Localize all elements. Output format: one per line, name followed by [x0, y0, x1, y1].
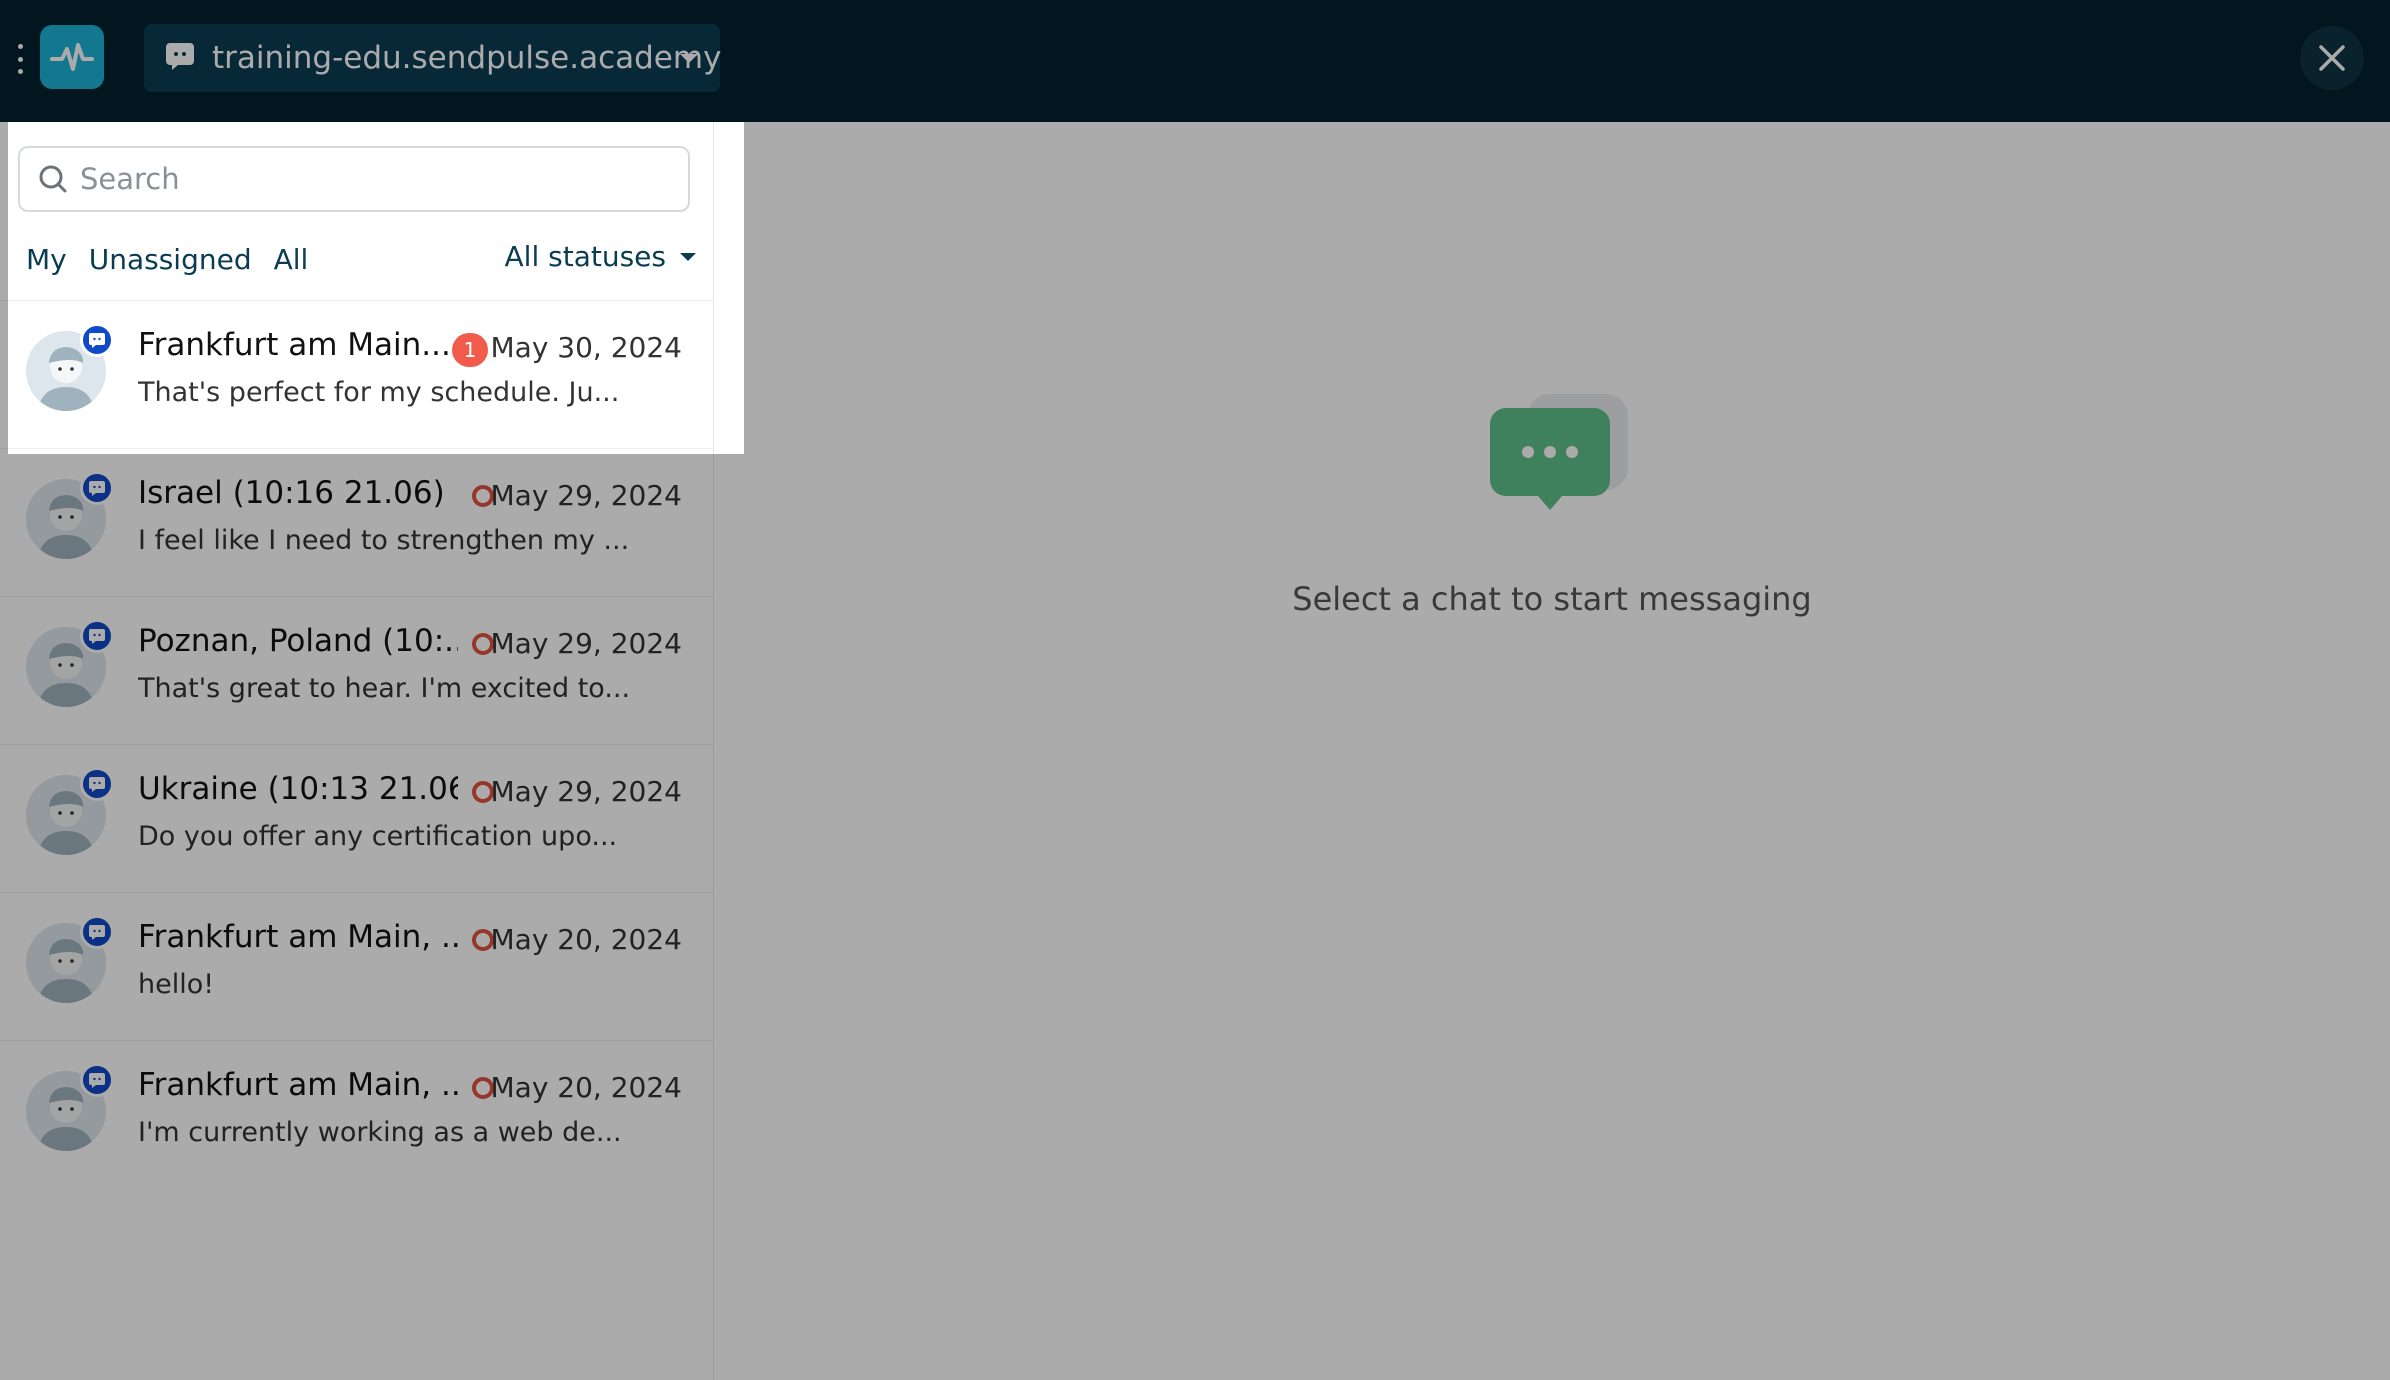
filter-all[interactable]: All: [274, 243, 309, 276]
chat-list-item[interactable]: Ukraine (10:13 21.06) May 29, 2024 Do yo…: [0, 744, 714, 892]
search-input[interactable]: [80, 162, 660, 196]
chat-date: May 30, 2024: [490, 331, 682, 364]
close-button[interactable]: [2300, 26, 2364, 90]
top-bar: training-edu.sendpulse.academy: [0, 0, 2390, 122]
status-filter-label: All statuses: [504, 240, 666, 273]
chat-bubble-icon: [80, 323, 114, 357]
chat-list-item[interactable]: Israel (10:16 21.06) May 29, 2024 I feel…: [0, 448, 714, 596]
search-box[interactable]: [18, 146, 690, 212]
chat-bubble-icon: [80, 767, 114, 801]
chat-date: May 29, 2024: [490, 479, 682, 512]
chat-preview: I'm currently working as a web de...: [138, 1117, 622, 1148]
app-window: training-edu.sendpulse.academy My Unassi…: [0, 0, 2390, 1380]
chat-name: Ukraine (10:13 21.06): [138, 771, 458, 807]
bot-name: training-edu.sendpulse.academy: [212, 40, 722, 76]
sendpulse-pulse-icon[interactable]: [40, 25, 104, 89]
chat-bubble-icon: [80, 915, 114, 949]
chat-name: Poznan, Poland (10:...: [138, 623, 458, 659]
chat-list-item[interactable]: Frankfurt am Main, ... May 20, 2024 hell…: [0, 892, 714, 1040]
chat-date: May 29, 2024: [490, 775, 682, 808]
chat-name: Frankfurt am Main...: [138, 327, 451, 363]
search-icon: [39, 165, 67, 193]
chevron-down-icon: [680, 54, 698, 63]
chat-list: Frankfurt am Main... 1 May 30, 2024 That…: [0, 300, 714, 1188]
chat-preview: That's great to hear. I'm excited to...: [138, 673, 631, 704]
chat-list-item[interactable]: Poznan, Poland (10:... May 29, 2024 That…: [0, 596, 714, 744]
chat-list-sidebar: My Unassigned All All statuses: [0, 122, 714, 1380]
chat-bubble-icon: [80, 1063, 114, 1097]
chat-bubble-icon: [166, 41, 194, 75]
unread-count-badge: 1: [452, 333, 488, 367]
chat-date: May 20, 2024: [490, 1071, 682, 1104]
chat-preview: I feel like I need to strengthen my ...: [138, 525, 630, 556]
chat-name: Israel (10:16 21.06): [138, 475, 445, 511]
bot-selector-dropdown[interactable]: training-edu.sendpulse.academy: [144, 24, 722, 92]
empty-chat-icon: [1488, 372, 1628, 526]
chat-preview: Do you offer any certification upo...: [138, 821, 618, 852]
chat-list-item[interactable]: Frankfurt am Main... 1 May 30, 2024 That…: [0, 300, 714, 448]
empty-state-message: Select a chat to start messaging: [1292, 580, 1812, 618]
chat-pane: Select a chat to start messaging: [714, 122, 2390, 1380]
chat-date: May 20, 2024: [490, 923, 682, 956]
chat-list-item[interactable]: Frankfurt am Main, ... May 20, 2024 I'm …: [0, 1040, 714, 1188]
assignment-filters: My Unassigned All All statuses: [26, 236, 696, 282]
chat-preview: That's perfect for my schedule. Ju...: [138, 377, 620, 408]
status-filter-dropdown[interactable]: All statuses: [505, 240, 696, 273]
filter-my[interactable]: My: [26, 243, 67, 276]
close-icon: [2319, 45, 2345, 71]
chevron-down-icon: [680, 252, 696, 261]
filter-unassigned[interactable]: Unassigned: [89, 243, 252, 276]
chat-date: May 29, 2024: [490, 627, 682, 660]
chat-preview: hello!: [138, 969, 215, 1000]
chat-bubble-icon: [80, 471, 114, 505]
chat-bubble-icon: [80, 619, 114, 653]
chat-name: Frankfurt am Main, ...: [138, 919, 458, 955]
chat-name: Frankfurt am Main, ...: [138, 1067, 458, 1103]
vertical-dots-icon[interactable]: [14, 44, 26, 74]
